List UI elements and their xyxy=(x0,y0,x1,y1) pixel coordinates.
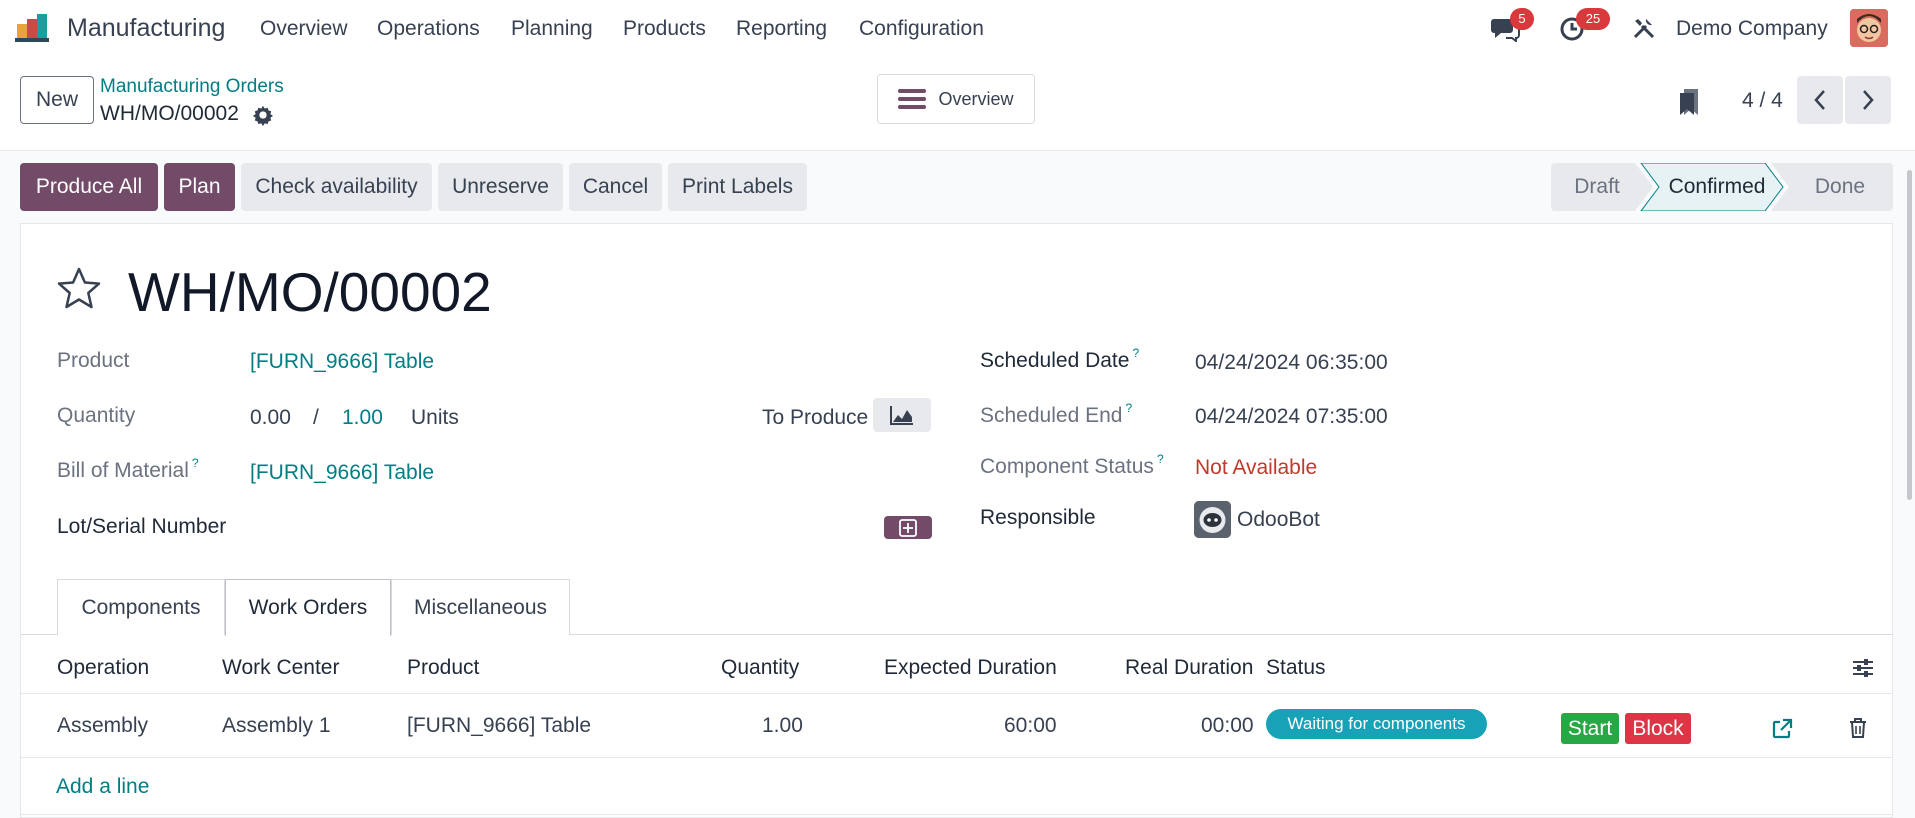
pager-previous-button[interactable] xyxy=(1797,76,1843,124)
area-chart-icon xyxy=(890,406,913,425)
to-produce-label: To Produce xyxy=(762,406,869,429)
check-availability-button[interactable]: Check availability xyxy=(241,163,432,211)
column-real-duration[interactable]: Real Duration xyxy=(1125,656,1253,680)
responsible-field[interactable]: OdooBot xyxy=(1237,508,1320,532)
print-labels-button[interactable]: Print Labels xyxy=(668,163,807,211)
stage-confirmed[interactable]: Confirmed xyxy=(1655,163,1779,211)
column-work-center[interactable]: Work Center xyxy=(222,656,339,680)
scheduled-date-help-icon[interactable]: ? xyxy=(1132,346,1139,360)
star-icon[interactable] xyxy=(56,266,102,312)
scheduled-end-field[interactable]: 04/24/2024 07:35:00 xyxy=(1195,405,1388,429)
company-switcher[interactable]: Demo Company xyxy=(1676,17,1828,41)
row-expected-duration[interactable]: 60:00 xyxy=(1004,714,1057,738)
hamburger-icon xyxy=(898,89,927,109)
quantity-separator: / xyxy=(313,406,319,429)
trash-icon[interactable] xyxy=(1848,717,1868,739)
overview-button[interactable]: Overview xyxy=(877,74,1035,124)
block-button[interactable]: Block xyxy=(1625,713,1691,744)
cancel-button[interactable]: Cancel xyxy=(569,163,662,211)
tab-miscellaneous[interactable]: Miscellaneous xyxy=(391,579,570,635)
activities-badge: 25 xyxy=(1576,8,1610,30)
add-lot-button[interactable] xyxy=(884,516,932,539)
plan-button[interactable]: Plan xyxy=(164,163,235,211)
product-label: Product xyxy=(57,349,130,372)
breadcrumb-manufacturing-orders[interactable]: Manufacturing Orders xyxy=(100,76,284,98)
menu-reporting[interactable]: Reporting xyxy=(736,17,827,41)
scheduled-date-label: Scheduled Date? xyxy=(980,346,1139,373)
menu-planning[interactable]: Planning xyxy=(511,17,593,41)
column-product[interactable]: Product xyxy=(407,656,479,680)
row-real-duration[interactable]: 00:00 xyxy=(1201,714,1254,738)
bookmark-icon[interactable] xyxy=(1678,87,1700,117)
chevron-left-icon xyxy=(1814,90,1825,110)
row-divider xyxy=(21,757,1892,758)
tab-components[interactable]: Components xyxy=(57,579,225,635)
stage-draft[interactable]: Draft xyxy=(1551,163,1643,211)
messages-badge: 5 xyxy=(1510,8,1534,30)
product-field[interactable]: [FURN_9666] Table xyxy=(250,350,434,374)
pager-value[interactable]: 4 / 4 xyxy=(1742,89,1783,113)
quantity-total-field[interactable]: 1.00 xyxy=(342,406,383,430)
component-status-value: Not Available xyxy=(1195,456,1318,479)
overview-label: Overview xyxy=(938,88,1014,109)
start-button[interactable]: Start xyxy=(1561,713,1619,744)
user-avatar[interactable] xyxy=(1850,9,1888,47)
odoobot-avatar xyxy=(1194,501,1231,538)
header-row-divider xyxy=(21,693,1892,694)
manufacturing-app-icon[interactable] xyxy=(15,14,55,42)
row-product[interactable]: [FURN_9666] Table xyxy=(407,714,591,738)
table-bottom-divider xyxy=(21,814,1892,815)
responsible-label: Responsible xyxy=(980,506,1096,529)
gear-icon[interactable] xyxy=(252,104,274,126)
external-link-icon[interactable] xyxy=(1771,718,1793,740)
chevron-right-icon xyxy=(1863,90,1874,110)
unreserve-button[interactable]: Unreserve xyxy=(438,163,563,211)
quantity-produced-field[interactable]: 0.00 xyxy=(250,406,291,430)
row-quantity[interactable]: 1.00 xyxy=(762,714,803,738)
component-status-label: Component Status? xyxy=(980,452,1164,479)
component-status-help-icon[interactable]: ? xyxy=(1157,452,1164,466)
row-operation[interactable]: Assembly xyxy=(57,714,148,738)
forecast-chart-button[interactable] xyxy=(873,398,931,432)
app-name[interactable]: Manufacturing xyxy=(67,14,225,43)
produce-all-button[interactable]: Produce All xyxy=(20,163,158,211)
status-badge: Waiting for components xyxy=(1266,709,1487,739)
column-expected-duration[interactable]: Expected Duration xyxy=(884,656,1057,680)
menu-products[interactable]: Products xyxy=(623,17,706,41)
bom-field[interactable]: [FURN_9666] Table xyxy=(250,461,434,485)
bom-label: Bill of Material? xyxy=(57,456,199,483)
row-work-center[interactable]: Assembly 1 xyxy=(222,714,331,738)
plus-square-icon xyxy=(899,518,917,537)
status-bar: Draft Confirmed Done xyxy=(1551,163,1893,211)
menu-configuration[interactable]: Configuration xyxy=(859,17,984,41)
top-navbar: Manufacturing Overview Operations Planni… xyxy=(0,0,1915,58)
column-quantity[interactable]: Quantity xyxy=(721,656,799,680)
new-button[interactable]: New xyxy=(20,76,94,124)
component-status-label-text: Component Status xyxy=(980,455,1154,478)
stage-done[interactable]: Done xyxy=(1787,163,1893,211)
breadcrumb-current-record: WH/MO/00002 xyxy=(100,102,239,125)
scheduled-end-label-text: Scheduled End xyxy=(980,404,1123,427)
debug-tools-icon[interactable] xyxy=(1632,16,1656,40)
menu-overview[interactable]: Overview xyxy=(260,17,348,41)
tab-work-orders[interactable]: Work Orders xyxy=(225,579,391,636)
page-scrollbar[interactable] xyxy=(1907,170,1912,500)
column-status[interactable]: Status xyxy=(1266,656,1326,680)
scheduled-date-label-text: Scheduled Date xyxy=(980,349,1130,372)
quantity-label: Quantity xyxy=(57,404,136,427)
scheduled-date-field[interactable]: 04/24/2024 06:35:00 xyxy=(1195,351,1388,375)
column-operation[interactable]: Operation xyxy=(57,656,149,680)
bom-help-icon[interactable]: ? xyxy=(192,456,199,470)
bom-label-text: Bill of Material xyxy=(57,459,189,482)
pager-next-button[interactable] xyxy=(1845,76,1891,124)
menu-operations[interactable]: Operations xyxy=(377,17,480,41)
scheduled-end-label: Scheduled End? xyxy=(980,401,1132,428)
optional-columns-icon[interactable] xyxy=(1852,657,1874,679)
quantity-uom: Units xyxy=(411,406,459,429)
add-line-link[interactable]: Add a line xyxy=(56,775,149,799)
record-title[interactable]: WH/MO/00002 xyxy=(128,260,492,324)
lot-serial-label: Lot/Serial Number xyxy=(57,515,227,538)
scheduled-end-help-icon[interactable]: ? xyxy=(1125,401,1132,415)
